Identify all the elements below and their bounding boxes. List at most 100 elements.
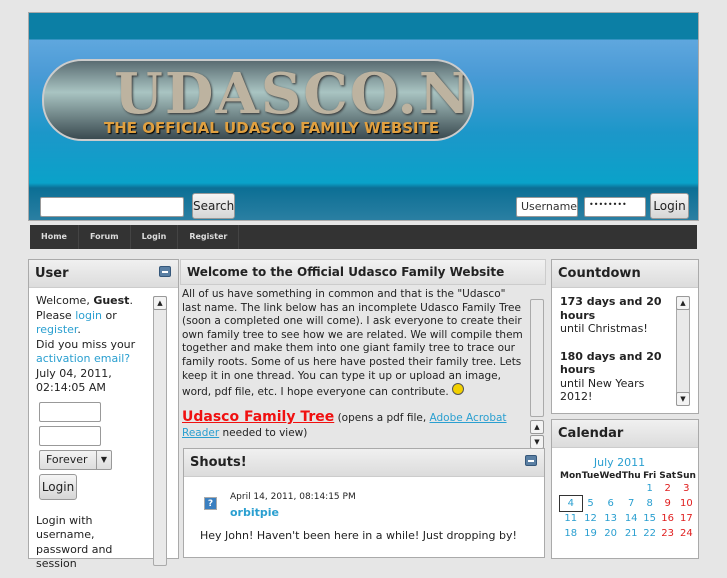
calendar-day: [600, 481, 622, 496]
password-input[interactable]: ••••••••: [584, 197, 646, 217]
shout-user-link[interactable]: orbitpie: [230, 506, 279, 519]
calendar-day[interactable]: 16: [659, 511, 677, 526]
or-text: or: [102, 308, 117, 322]
weekday-header: Sat: [659, 471, 677, 481]
user-password-input[interactable]: [39, 425, 101, 446]
user-login-button[interactable]: Login: [39, 473, 77, 500]
nav-home[interactable]: Home: [30, 225, 79, 249]
weekday-header: Sun: [676, 471, 696, 481]
calendar-day[interactable]: 18: [560, 526, 582, 541]
countdown-scrollbar[interactable]: ▲ ▼: [676, 296, 690, 406]
calendar-day[interactable]: 20: [600, 526, 622, 541]
calendar-day: [582, 481, 600, 496]
calendar-day[interactable]: 23: [659, 526, 677, 541]
smiley-icon: [452, 383, 465, 396]
calendar-day[interactable]: 5: [582, 496, 600, 511]
login-link[interactable]: login: [75, 309, 102, 322]
calendar-day[interactable]: 22: [641, 526, 659, 541]
welcome-scrollbar[interactable]: [530, 299, 544, 417]
chevron-down-icon: ▼: [96, 450, 111, 469]
calendar-day[interactable]: 8: [641, 496, 659, 511]
logo-subtitle: THE OFFICIAL UDASCO FAMILY WEBSITE: [104, 119, 440, 137]
family-tree-link[interactable]: Udasco Family Tree: [182, 409, 334, 425]
main-nav: Home Forum Login Register: [30, 225, 697, 249]
calendar-day[interactable]: 14: [622, 511, 641, 526]
weekday-header: Tue: [581, 471, 600, 481]
user-username-input[interactable]: [39, 401, 101, 422]
activation-link[interactable]: activation email?: [36, 352, 130, 365]
calendar-day[interactable]: 1: [641, 481, 659, 496]
user-scrollbar[interactable]: ▲: [153, 296, 167, 566]
calendar-panel: Calendar July 2011 Mon Tue Wed Thu Fri Sat Sun…: [551, 419, 699, 559]
christmas-countdown: 173 days and 20 hours: [560, 295, 662, 322]
site-header: UDASCO.NET THE OFFICIAL UDASCO FAMILY WE…: [28, 12, 699, 221]
countdown-panel: Countdown 173 days and 20 hours until Ch…: [551, 259, 699, 414]
calendar-day[interactable]: 2: [659, 481, 677, 496]
scroll-up-icon[interactable]: ▲: [530, 420, 544, 434]
shout-date: April 14, 2011, 08:14:15 PM: [230, 492, 356, 502]
miss-text: Did you miss your: [36, 337, 136, 351]
duration-value: Forever: [46, 452, 88, 466]
scroll-up-icon[interactable]: ▲: [676, 296, 690, 310]
weekday-header: Fri: [643, 471, 657, 481]
collapse-icon[interactable]: [159, 266, 171, 277]
guest-name: Guest: [93, 294, 130, 307]
scroll-down-icon[interactable]: ▼: [530, 435, 544, 449]
calendar-day[interactable]: 9: [659, 496, 677, 511]
calendar-day[interactable]: 12: [582, 511, 600, 526]
calendar-day: [622, 481, 641, 496]
calendar-day[interactable]: 7: [622, 496, 641, 511]
shout-message: Hey John! Haven't been here in a while! …: [200, 529, 517, 542]
welcome-text: All of us have something in common and t…: [182, 288, 523, 399]
countdown-title: Countdown: [558, 266, 641, 281]
register-link[interactable]: register: [36, 323, 77, 336]
newyear-label: until New Years 2012!: [560, 376, 645, 404]
calendar-day[interactable]: 4: [559, 495, 583, 512]
calendar-day[interactable]: 10: [677, 496, 696, 511]
search-input[interactable]: [40, 197, 184, 217]
shouts-panel: Shouts! ? April 14, 2011, 08:14:15 PM or…: [183, 448, 545, 558]
session-duration-select[interactable]: Forever ▼: [39, 449, 112, 470]
tree-end: needed to view): [219, 426, 308, 439]
welcome-title: Welcome to the Official Udasco Family We…: [180, 259, 546, 285]
search-button[interactable]: Search: [192, 193, 235, 219]
site-logo[interactable]: UDASCO.NET THE OFFICIAL UDASCO FAMILY WE…: [42, 59, 474, 141]
avatar: ?: [204, 497, 217, 510]
nav-forum[interactable]: Forum: [79, 225, 131, 249]
calendar-day[interactable]: 19: [582, 526, 600, 541]
calendar-grid: Mon Tue Wed Thu Fri Sat Sun 1 2 3 4 5 6 7 8 9 10 11 12 13 14…: [559, 471, 696, 541]
calendar-day[interactable]: 13: [600, 511, 622, 526]
christmas-label: until Christmas!: [560, 322, 648, 335]
weekday-header: Wed: [599, 471, 622, 481]
calendar-day[interactable]: 17: [677, 511, 696, 526]
welcome-text: Welcome,: [36, 294, 94, 307]
calendar-day[interactable]: 11: [560, 511, 582, 526]
shouts-title: Shouts!: [190, 455, 247, 470]
calendar-day[interactable]: 15: [641, 511, 659, 526]
welcome-body: All of us have something in common and t…: [180, 285, 528, 444]
welcome-panel: Welcome to the Official Udasco Family We…: [180, 259, 546, 449]
scroll-up-icon[interactable]: ▲: [153, 296, 167, 310]
user-panel: User Welcome, Guest. Please login or reg…: [28, 259, 179, 570]
please-text: Please: [36, 308, 76, 322]
tree-note: (opens a pdf file,: [334, 411, 430, 424]
weekday-header: Thu: [621, 471, 641, 481]
calendar-day[interactable]: 21: [622, 526, 641, 541]
calendar-title: Calendar: [558, 426, 624, 441]
weekday-header: Mon: [560, 471, 582, 481]
current-datetime: July 04, 2011, 02:14:05 AM: [36, 366, 112, 395]
login-help-text: Login with username, password and sessio…: [36, 513, 113, 571]
calendar-day[interactable]: 3: [677, 481, 696, 496]
calendar-month[interactable]: July 2011: [552, 456, 687, 469]
newyear-countdown: 180 days and 20 hours: [560, 349, 662, 377]
calendar-day[interactable]: 6: [600, 496, 622, 511]
nav-login[interactable]: Login: [131, 225, 179, 249]
calendar-day[interactable]: 24: [677, 526, 696, 541]
header-login-button[interactable]: Login: [650, 193, 689, 219]
collapse-icon[interactable]: [525, 455, 537, 466]
nav-register[interactable]: Register: [178, 225, 240, 249]
calendar-day: [560, 481, 582, 496]
logo-title: UDASCO.NET: [114, 61, 473, 127]
username-input[interactable]: Username: [516, 197, 578, 217]
scroll-down-icon[interactable]: ▼: [676, 392, 690, 406]
